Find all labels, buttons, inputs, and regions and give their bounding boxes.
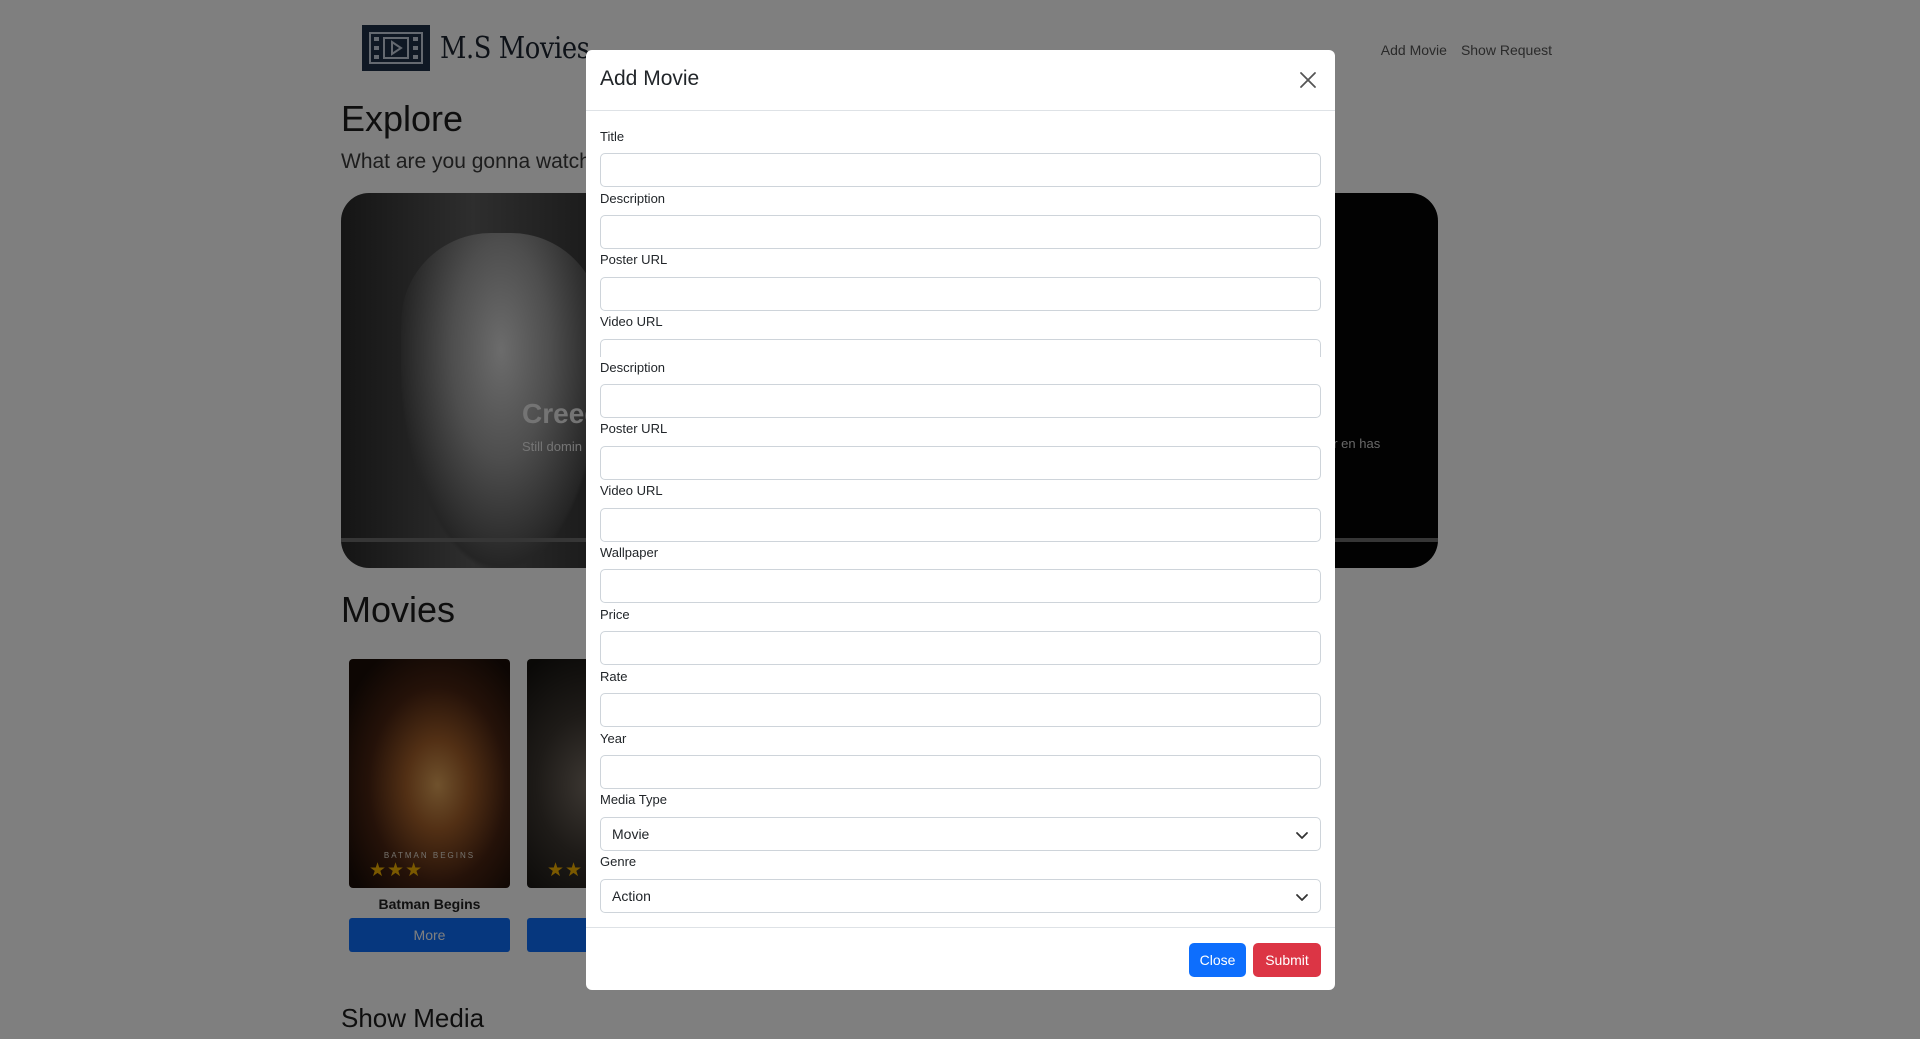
title-label: Title bbox=[600, 129, 625, 144]
price-label: Price bbox=[600, 607, 630, 622]
genre-select[interactable]: Action bbox=[600, 879, 1321, 913]
poster-url-input-2[interactable] bbox=[600, 446, 1321, 480]
add-movie-modal: Add Movie Title Description Poster URL V… bbox=[586, 50, 1335, 990]
video-url-input[interactable] bbox=[600, 339, 1321, 357]
description-input[interactable] bbox=[600, 215, 1321, 249]
close-button[interactable]: Close bbox=[1189, 943, 1246, 977]
chevron-down-icon bbox=[1296, 894, 1308, 901]
title-input[interactable] bbox=[600, 153, 1321, 187]
video-url-label: Video URL bbox=[600, 314, 663, 329]
modal-body: Title Description Poster URL Video URL D… bbox=[600, 111, 1321, 977]
video-url-input-2[interactable] bbox=[600, 508, 1321, 542]
wallpaper-input[interactable] bbox=[600, 569, 1321, 603]
media-type-label: Media Type bbox=[600, 792, 667, 807]
submit-button[interactable]: Submit bbox=[1253, 943, 1321, 977]
description-label-2: Description bbox=[600, 360, 666, 375]
close-icon[interactable] bbox=[1295, 67, 1321, 93]
poster-url-input[interactable] bbox=[600, 277, 1321, 311]
poster-url-label: Poster URL bbox=[600, 252, 668, 267]
modal-header: Add Movie bbox=[586, 50, 1335, 111]
video-url-label-2: Video URL bbox=[600, 483, 663, 498]
genre-value: Action bbox=[612, 888, 651, 904]
modal-title: Add Movie bbox=[600, 67, 700, 90]
media-type-value: Movie bbox=[612, 826, 650, 842]
chevron-down-icon bbox=[1296, 832, 1308, 839]
rate-input[interactable] bbox=[600, 693, 1321, 727]
media-type-select[interactable]: Movie bbox=[600, 817, 1321, 851]
wallpaper-label: Wallpaper bbox=[600, 545, 659, 560]
poster-url-label-2: Poster URL bbox=[600, 421, 668, 436]
genre-label: Genre bbox=[600, 854, 637, 869]
description-label: Description bbox=[600, 191, 666, 206]
modal-footer: Close Submit bbox=[586, 927, 1335, 990]
price-input[interactable] bbox=[600, 631, 1321, 665]
year-input[interactable] bbox=[600, 755, 1321, 789]
year-label: Year bbox=[600, 731, 627, 746]
description-input-2[interactable] bbox=[600, 384, 1321, 418]
rate-label: Rate bbox=[600, 669, 628, 684]
